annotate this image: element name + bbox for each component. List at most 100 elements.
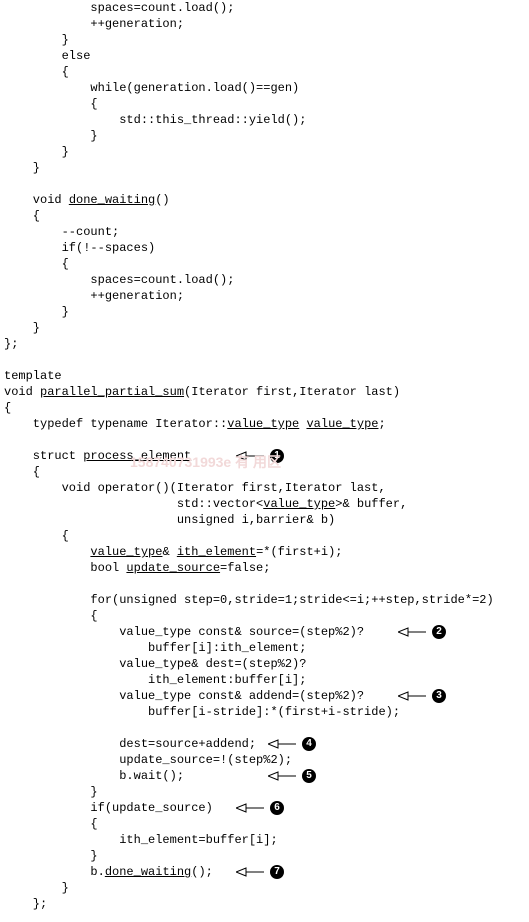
code-line: value_type const& addend=(step%2)?3 [4, 688, 525, 704]
code-text: } [4, 304, 69, 320]
code-line: ith_element:buffer[i]; [4, 672, 525, 688]
code-line: bool update_source=false; [4, 560, 525, 576]
callout-badge: 6 [270, 801, 284, 815]
code-line: while(generation.load()==gen) [4, 80, 525, 96]
code-text: } [4, 32, 69, 48]
callout-badge: 3 [432, 689, 446, 703]
code-text: { [4, 816, 98, 832]
callout-annotation: 5 [268, 768, 316, 784]
code-line: buffer[i]:ith_element; [4, 640, 525, 656]
code-line: } [4, 784, 525, 800]
code-text: b.done_waiting(); [4, 864, 213, 880]
code-text: for(unsigned step=0,stride=1;stride<=i;+… [4, 592, 494, 608]
code-text: }; [4, 896, 47, 912]
code-text: spaces=count.load(); [4, 272, 234, 288]
code-line: std::this_thread::yield(); [4, 112, 525, 128]
code-text: ++generation; [4, 288, 184, 304]
code-text: } [4, 160, 40, 176]
code-line: spaces=count.load(); [4, 0, 525, 16]
code-text: buffer[i]:ith_element; [4, 640, 306, 656]
code-text [4, 432, 11, 448]
code-line: void done_waiting() [4, 192, 525, 208]
code-text: void parallel_partial_sum(Iterator first… [4, 384, 400, 400]
code-line [4, 576, 525, 592]
code-line: } [4, 320, 525, 336]
code-line: if(!--spaces) [4, 240, 525, 256]
code-line: ++generation; [4, 288, 525, 304]
callout-annotation: 3 [398, 688, 446, 704]
code-text: { [4, 64, 69, 80]
code-text: if(update_source) [4, 800, 213, 816]
code-line: } [4, 128, 525, 144]
code-text: }; [4, 336, 18, 352]
code-line: { [4, 400, 525, 416]
code-line: }; [4, 896, 525, 912]
code-line: }; [4, 336, 525, 352]
code-line [4, 720, 525, 736]
callout-annotation: 4 [268, 736, 316, 752]
callout-annotation: 2 [398, 624, 446, 640]
arrow-icon [236, 448, 266, 464]
code-line: ith_element=buffer[i]; [4, 832, 525, 848]
code-text: bool update_source=false; [4, 560, 270, 576]
code-line [4, 432, 525, 448]
code-line: unsigned i,barrier& b) [4, 512, 525, 528]
code-text: } [4, 784, 98, 800]
code-line: } [4, 144, 525, 160]
code-line: } [4, 304, 525, 320]
code-text: buffer[i-stride]:*(first+i-stride); [4, 704, 400, 720]
code-line: { [4, 464, 525, 480]
callout-badge: 7 [270, 865, 284, 879]
code-line: } [4, 848, 525, 864]
code-line: } [4, 160, 525, 176]
code-text: while(generation.load()==gen) [4, 80, 299, 96]
code-line: { [4, 208, 525, 224]
code-line: { [4, 528, 525, 544]
code-text: --count; [4, 224, 119, 240]
code-line: for(unsigned step=0,stride=1;stride<=i;+… [4, 592, 525, 608]
code-line: b.wait(); 5 [4, 768, 525, 784]
code-line: typedef typename Iterator::value_type va… [4, 416, 525, 432]
code-text: else [4, 48, 90, 64]
code-line: b.done_waiting(); 7 [4, 864, 525, 880]
callout-annotation: 7 [236, 864, 284, 880]
code-listing: spaces=count.load(); ++generation; } els… [4, 0, 525, 912]
code-text: value_type& dest=(step%2)? [4, 656, 306, 672]
callout-badge: 1 [270, 449, 284, 463]
code-text: update_source=!(step%2); [4, 752, 292, 768]
code-line: update_source=!(step%2); [4, 752, 525, 768]
code-line: template [4, 368, 525, 384]
code-text: { [4, 608, 98, 624]
code-text [4, 720, 11, 736]
code-line: { [4, 608, 525, 624]
arrow-icon [236, 864, 266, 880]
code-line: value_type& ith_element=*(first+i); [4, 544, 525, 560]
code-line: dest=source+addend;4 [4, 736, 525, 752]
callout-badge: 5 [302, 769, 316, 783]
code-line: value_type const& source=(step%2)?2 [4, 624, 525, 640]
code-text: { [4, 96, 98, 112]
code-line: } [4, 32, 525, 48]
code-text: void operator()(Iterator first,Iterator … [4, 480, 386, 496]
code-line: value_type& dest=(step%2)? [4, 656, 525, 672]
code-text: struct process_element [4, 448, 191, 464]
code-line: ++generation; [4, 16, 525, 32]
code-line: } [4, 880, 525, 896]
code-text: { [4, 208, 40, 224]
code-text: ith_element:buffer[i]; [4, 672, 306, 688]
arrow-icon [236, 800, 266, 816]
code-text: } [4, 880, 69, 896]
arrow-icon [398, 688, 428, 704]
code-line: buffer[i-stride]:*(first+i-stride); [4, 704, 525, 720]
code-line [4, 176, 525, 192]
code-text: value_type& ith_element=*(first+i); [4, 544, 342, 560]
arrow-icon [398, 624, 428, 640]
arrow-icon [268, 768, 298, 784]
code-text: b.wait(); [4, 768, 184, 784]
code-text: unsigned i,barrier& b) [4, 512, 335, 528]
code-text: std::this_thread::yield(); [4, 112, 306, 128]
code-text: ith_element=buffer[i]; [4, 832, 278, 848]
code-line: { [4, 96, 525, 112]
code-text: } [4, 320, 40, 336]
code-line: if(update_source) 6 [4, 800, 525, 816]
